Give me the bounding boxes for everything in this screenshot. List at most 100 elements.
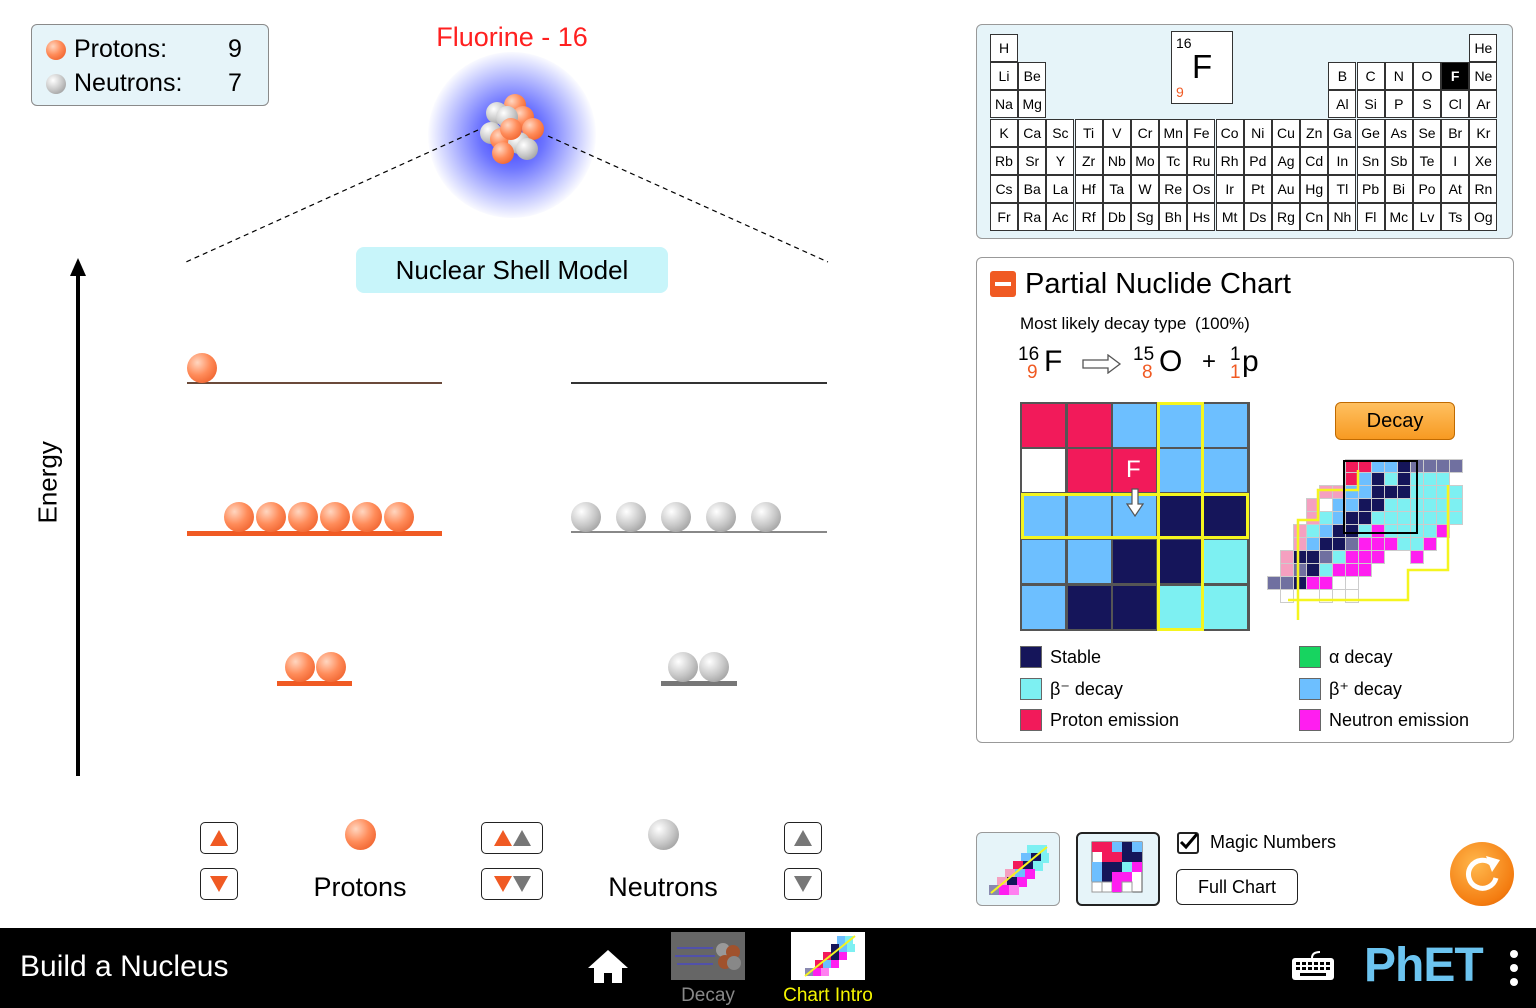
element-cell-hs: Hs — [1187, 203, 1216, 232]
element-cell-og: Og — [1469, 203, 1498, 232]
shell-proton[interactable] — [285, 652, 315, 682]
nuclide-cell — [1112, 584, 1158, 630]
element-cell-ru: Ru — [1187, 146, 1216, 175]
remove-proton-button[interactable] — [200, 868, 238, 900]
shell-proton[interactable] — [320, 502, 350, 532]
element-cell-rf: Rf — [1074, 203, 1103, 232]
shell-neutron[interactable] — [616, 502, 646, 532]
decay-button[interactable]: Decay — [1335, 402, 1455, 440]
phet-logo[interactable]: PhET — [1364, 938, 1494, 994]
plus-sign: + — [1202, 348, 1217, 375]
element-cell-te: Te — [1413, 146, 1441, 175]
neutrons-label: Neutrons — [608, 872, 718, 902]
decay-screen-icon — [675, 943, 741, 970]
nuclide-cell — [1203, 584, 1249, 630]
element-cell-mn: Mn — [1159, 118, 1188, 147]
element-cell-rg: Rg — [1272, 203, 1300, 232]
keyboard-icon[interactable] — [1290, 950, 1336, 982]
add-proton-button[interactable] — [200, 822, 238, 854]
shell-proton[interactable] — [256, 502, 286, 532]
element-cell-fl: Fl — [1356, 203, 1385, 232]
proton-bucket-icon[interactable] — [345, 819, 376, 850]
remove-neutron-button[interactable] — [784, 868, 822, 900]
collapse-panel-button[interactable] — [990, 271, 1016, 297]
neutron-up-arrow-icon — [512, 830, 531, 846]
element-cell-ga: Ga — [1328, 118, 1357, 147]
legend-label-stable: Stable — [1050, 647, 1102, 667]
legend-label-neutron-emission: Neutron emission — [1329, 710, 1470, 730]
element-cell-re: Re — [1159, 175, 1188, 203]
element-cell-ne: Ne — [1469, 62, 1498, 91]
full-chart-button[interactable]: Full Chart — [1176, 869, 1298, 905]
element-cell-au: Au — [1272, 175, 1300, 203]
home-icon[interactable] — [586, 948, 630, 986]
element-cell-tl: Tl — [1328, 175, 1357, 203]
magic-numbers-checkbox[interactable] — [1177, 832, 1199, 854]
shell-proton[interactable] — [187, 353, 217, 383]
decay-screen-label[interactable]: Decay — [660, 985, 756, 1007]
element-cell-hg: Hg — [1300, 175, 1329, 203]
element-cell-si: Si — [1356, 90, 1385, 119]
element-cell-br: Br — [1441, 118, 1470, 147]
shell-proton[interactable] — [316, 652, 346, 682]
element-cell-v: V — [1102, 118, 1131, 147]
shell-proton[interactable] — [224, 502, 254, 532]
selected-element-cell: 16 F 9 — [1171, 31, 1233, 104]
element-cell-ta: Ta — [1102, 175, 1131, 203]
add-neutron-button[interactable] — [784, 822, 822, 854]
decay-arrow-icon — [1082, 354, 1122, 374]
element-cell-ir: Ir — [1215, 175, 1244, 203]
element-cell-pd: Pd — [1243, 146, 1272, 175]
element-cell-mg: Mg — [1018, 90, 1047, 119]
proton-level-2 — [187, 531, 442, 536]
selected-element-atomic-number: 9 — [1176, 84, 1184, 100]
element-cell-sr: Sr — [1018, 146, 1047, 175]
element-cell-kr: Kr — [1469, 118, 1498, 147]
element-cell-ge: Ge — [1356, 118, 1385, 147]
selected-element-symbol: F — [1192, 48, 1213, 85]
shell-neutron[interactable] — [699, 652, 729, 682]
nuclide-cell — [1066, 448, 1112, 494]
add-proton-neutron-button[interactable] — [481, 822, 543, 854]
shell-neutron[interactable] — [668, 652, 698, 682]
shell-neutron[interactable] — [751, 502, 781, 532]
neutron-level-2 — [571, 531, 827, 533]
element-cell-pb: Pb — [1356, 175, 1385, 203]
selected-element-mass: 16 — [1176, 35, 1192, 51]
chart-intro-screen-label[interactable]: Chart Intro — [770, 985, 886, 1007]
element-cell-ra: Ra — [1018, 203, 1047, 232]
chart-intro-screen-button[interactable] — [791, 932, 865, 980]
element-cell-sg: Sg — [1131, 203, 1159, 232]
checkmark-icon — [1179, 833, 1199, 850]
up-arrow-icon — [794, 830, 812, 846]
neutron-bucket-icon[interactable] — [648, 819, 679, 850]
full-chart-view-button[interactable] — [976, 832, 1060, 906]
shell-proton[interactable] — [288, 502, 318, 532]
legend-label-alpha: α decay — [1329, 647, 1393, 667]
shell-proton[interactable] — [384, 502, 414, 532]
proton-level-1 — [277, 681, 352, 686]
decay-screen-button[interactable] — [671, 932, 745, 980]
shell-neutron[interactable] — [706, 502, 736, 532]
shell-neutron[interactable] — [661, 502, 691, 532]
decay-equation: 16 9 F 15 8 O + 1 1 p — [1018, 342, 1278, 386]
element-cell-sn: Sn — [1356, 146, 1385, 175]
shell-proton[interactable] — [352, 502, 382, 532]
chart-intro-screen-icon — [804, 935, 856, 977]
element-cell-ni: Ni — [1243, 118, 1272, 147]
element-cell-fe: Fe — [1187, 118, 1216, 147]
menu-icon[interactable] — [1506, 948, 1522, 988]
reset-all-button[interactable] — [1450, 842, 1514, 906]
element-cell-cr: Cr — [1131, 118, 1159, 147]
proton-up-arrow-icon — [493, 830, 512, 846]
element-cell-ti: Ti — [1074, 118, 1103, 147]
protons-label: Protons — [313, 872, 407, 902]
zoomed-chart-view-button[interactable] — [1076, 832, 1160, 906]
decay-type-text: Most likely decay type — [1020, 314, 1187, 333]
shell-neutron[interactable] — [571, 502, 601, 532]
magic-numbers-label: Magic Numbers — [1210, 832, 1337, 852]
nuclide-cell — [1021, 403, 1066, 448]
element-cell-rb: Rb — [990, 146, 1018, 175]
element-cell-ar: Ar — [1469, 90, 1498, 119]
remove-proton-neutron-button[interactable] — [481, 868, 543, 900]
